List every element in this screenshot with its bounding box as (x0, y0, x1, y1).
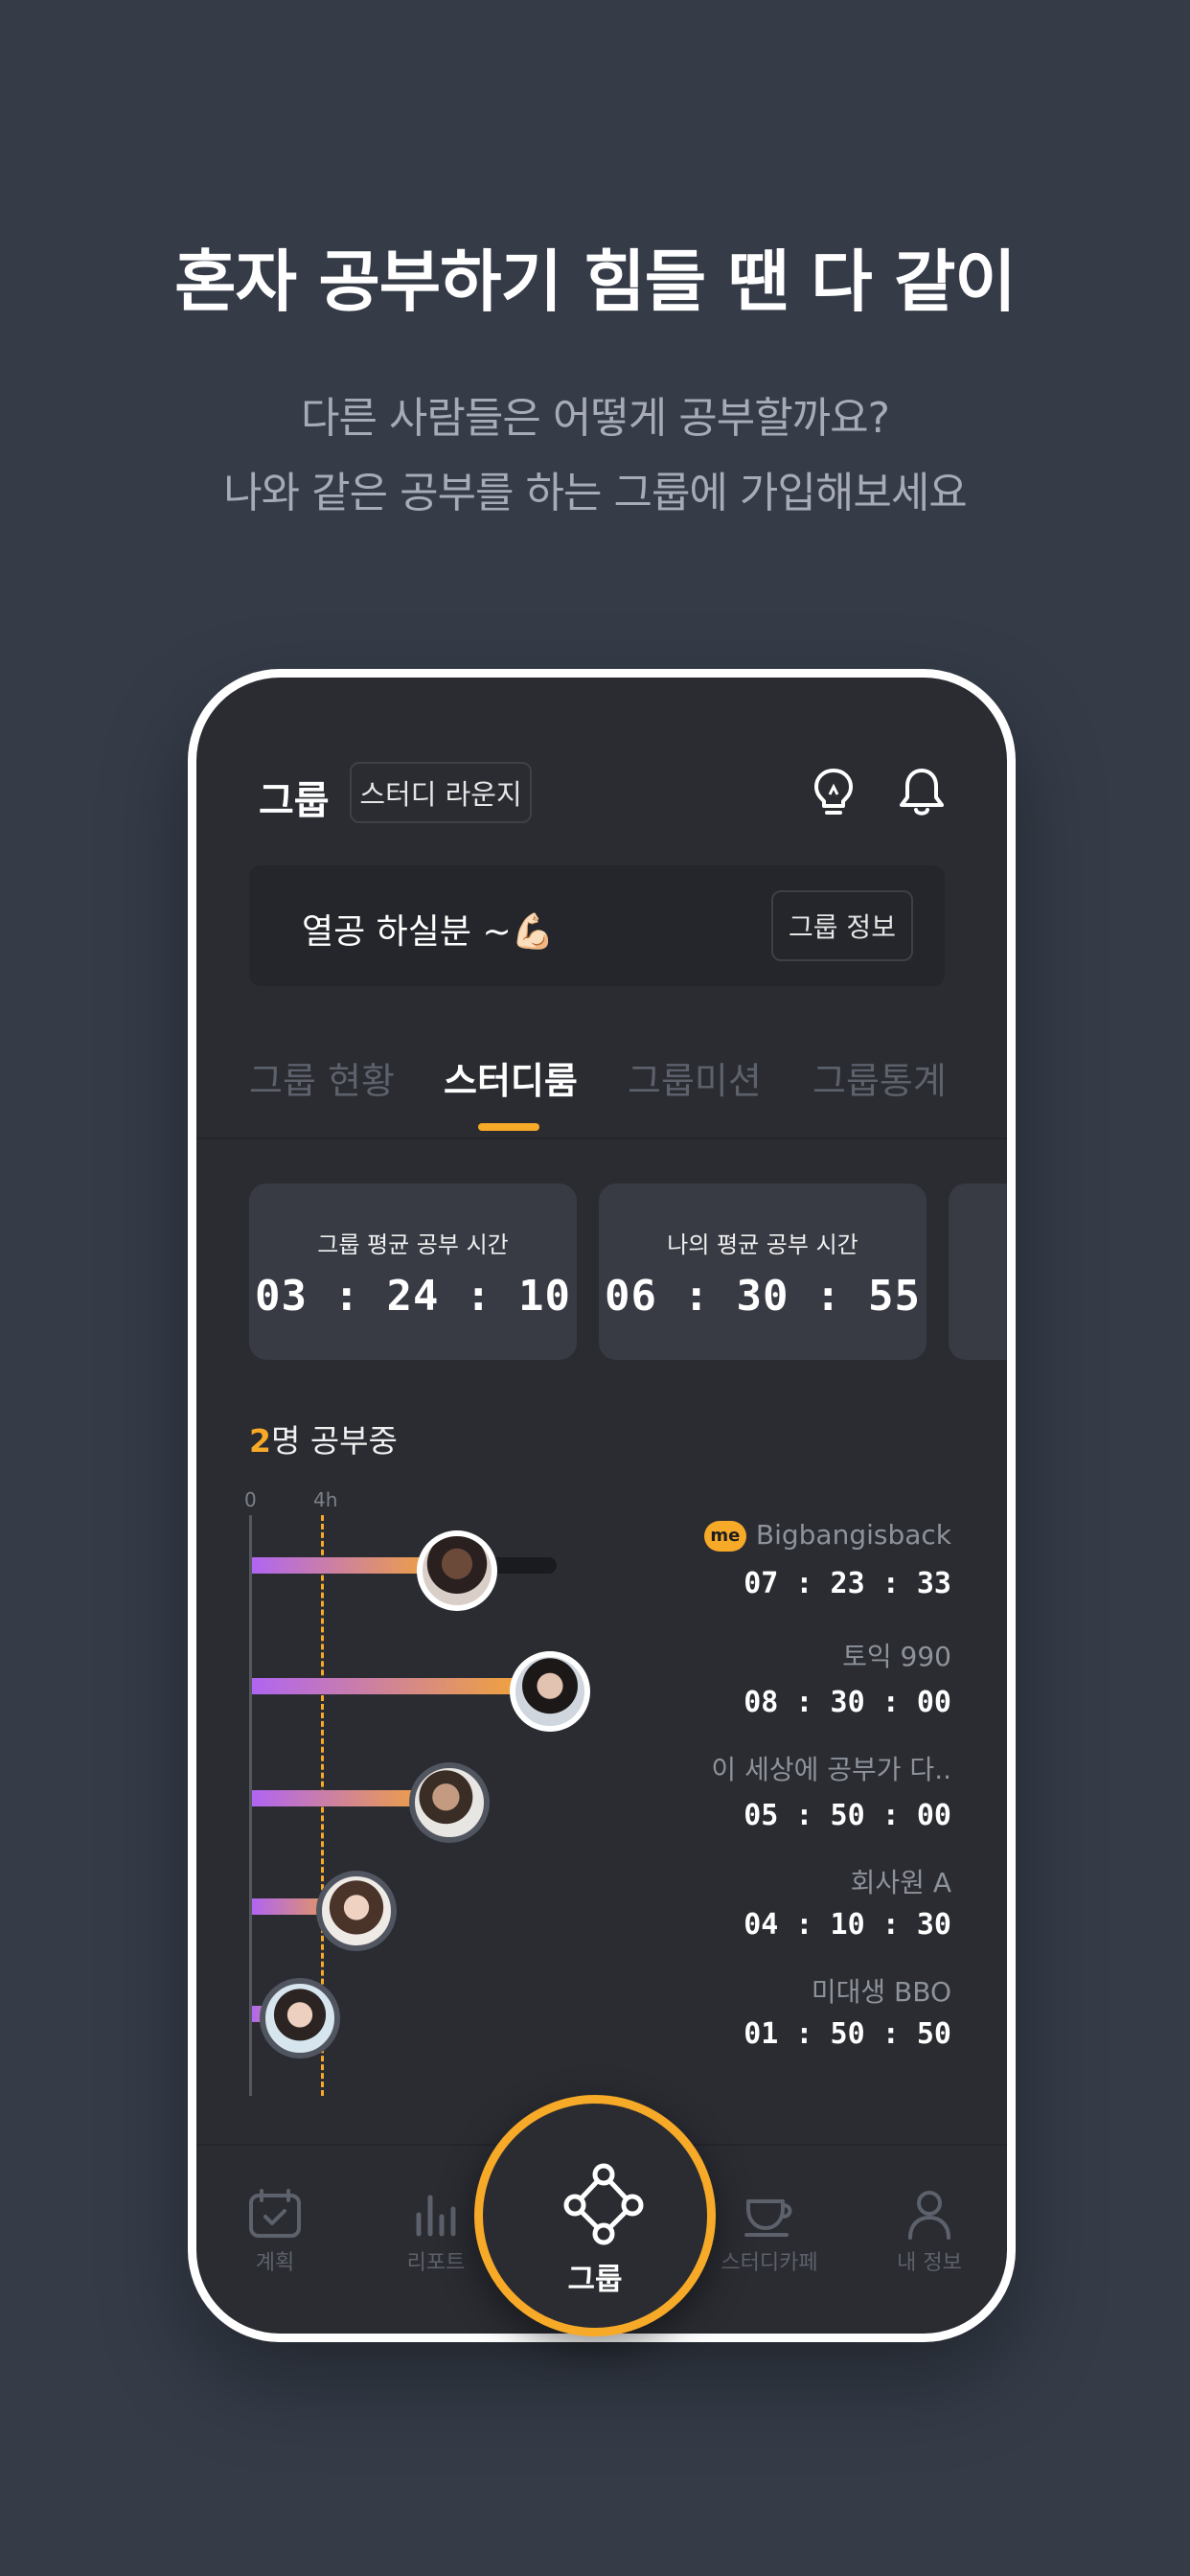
tab-group-stats[interactable]: 그룹통계 (812, 1051, 947, 1104)
bar-chart-icon (416, 2195, 456, 2237)
group-info-button[interactable]: 그룹 정보 (771, 890, 913, 961)
nav-plan[interactable]: 계획 (217, 2188, 332, 2276)
member-time: 01 : 50 : 50 (744, 2017, 951, 2051)
group-network-icon (563, 2163, 644, 2245)
nav-label: 내 정보 (897, 2251, 962, 2275)
lightbulb-icon[interactable] (810, 766, 858, 819)
nav-label: 계획 (255, 2251, 295, 2275)
member-time: 05 : 50 : 00 (744, 1799, 951, 1832)
active-tab-indicator (478, 1123, 539, 1131)
member-name: 이 세상에 공부가 다.. (711, 1754, 951, 1785)
nav-group-button[interactable]: 그룹 (474, 2095, 716, 2336)
calendar-check-icon (249, 2189, 301, 2238)
group-average-card: 그룹 평균 공부 시간 03 : 24 : 10 (249, 1184, 577, 1360)
subline-1: 다른 사람들은 어떻게 공부할까요? (300, 394, 890, 443)
member-avatar[interactable] (316, 1871, 397, 1951)
nav-group-label: 그룹 (567, 2263, 623, 2297)
tab-divider (196, 1138, 1007, 1139)
member-time: 08 : 30 : 00 (744, 1686, 951, 1719)
phone-frame: 그룹 스터디 라운지 열공 하실분 ~💪🏻 그룹 정보 그룹 현황 스터디룸 그… (188, 669, 1016, 2342)
tab-study-room[interactable]: 스터디룸 (444, 1051, 578, 1104)
subline-2: 나와 같은 공부를 하는 그룹에 가입해보세요 (223, 469, 968, 518)
me-badge: me (703, 1521, 746, 1552)
member-name-text: Bigbangisback (755, 1519, 951, 1551)
nav-my-info[interactable]: 내 정보 (872, 2188, 987, 2276)
next-stat-card (949, 1184, 1007, 1360)
member-progress-bar (252, 1678, 550, 1694)
study-lounge-button[interactable]: 스터디 라운지 (350, 762, 532, 823)
member-name: 토익 990 (842, 1641, 951, 1672)
headline: 혼자 공부하기 힘들 땐 다 같이 (174, 242, 1017, 321)
card-label: 그룹 평균 공부 시간 (317, 1231, 509, 1258)
tab-group-mission[interactable]: 그룹미션 (628, 1051, 762, 1104)
card-time: 03 : 24 : 10 (255, 1272, 571, 1321)
nav-study-cafe[interactable]: 스터디카페 (712, 2188, 827, 2276)
person-icon (908, 2191, 950, 2240)
nav-label: 스터디카페 (721, 2251, 818, 2275)
coffee-cup-icon (744, 2199, 792, 2237)
member-name: me Bigbangisback (703, 1519, 951, 1552)
axis-4h-label: 4h (313, 1488, 338, 1511)
page-title: 그룹 (259, 779, 330, 823)
member-time: 07 : 23 : 33 (744, 1567, 951, 1600)
member-avatar[interactable] (409, 1762, 490, 1843)
greeting-text: 열공 하실분 ~💪🏻 (302, 912, 555, 952)
member-avatar[interactable] (417, 1530, 497, 1611)
tab-group-status[interactable]: 그룹 현황 (249, 1051, 395, 1104)
nav-label: 리포트 (406, 2251, 466, 2275)
studying-count: 2명 공부중 (249, 1415, 398, 1461)
axis-start-label: 0 (244, 1488, 257, 1511)
member-name: 미대생 BBO (811, 1976, 951, 2008)
member-avatar[interactable] (260, 1978, 340, 2058)
member-avatar[interactable] (510, 1651, 590, 1732)
group-greeting-card: 열공 하실분 ~💪🏻 그룹 정보 (249, 865, 945, 986)
member-time: 04 : 10 : 30 (744, 1908, 951, 1942)
my-average-card: 나의 평균 공부 시간 06 : 30 : 55 (599, 1184, 927, 1360)
card-label: 나의 평균 공부 시간 (667, 1231, 858, 1258)
studying-number: 2 (249, 1422, 271, 1460)
member-name: 회사원 A (850, 1867, 951, 1898)
studying-suffix: 명 공부중 (270, 1422, 398, 1460)
card-time: 06 : 30 : 55 (605, 1272, 921, 1321)
bell-icon[interactable] (896, 766, 948, 819)
